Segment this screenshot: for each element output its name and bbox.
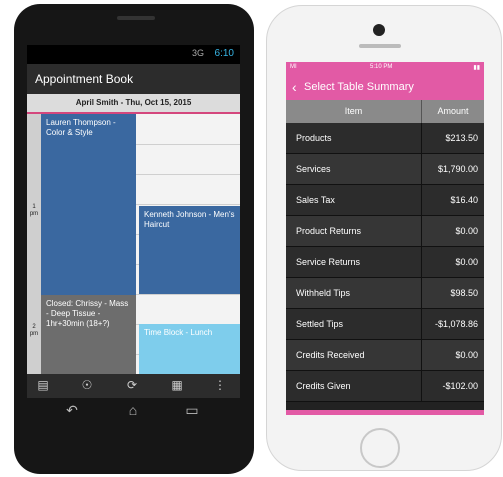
row-label: Settled Tips [296, 319, 344, 329]
row-amount: $0.00 [455, 350, 478, 360]
row-amount: $0.00 [455, 226, 478, 236]
back-button[interactable]: Select Table [304, 81, 364, 93]
person-add-icon[interactable]: ☉ [77, 378, 97, 392]
android-nav-bar: ↶ ⌂ ▭ [27, 399, 240, 427]
hour-label-1pm: 1 pm [29, 204, 39, 217]
table-row[interactable]: Withheld Tips $98.50 [286, 278, 484, 309]
home-button[interactable] [360, 428, 400, 468]
row-amount: -$1,078.86 [434, 319, 478, 329]
hour-label-2pm: 2 pm [29, 324, 39, 337]
nav-title: Select Table Summary [304, 74, 414, 100]
bottom-toolbar: ▤ ☉ ⟳ ▦ ⋮ [27, 374, 240, 398]
calendar-add-icon[interactable]: ▤ [33, 378, 53, 392]
row-label: Credits Given [296, 381, 351, 391]
table-header: Item Amount [286, 100, 484, 123]
appointment-lauren-thompson[interactable]: Lauren Thompson - Color & Style [41, 114, 136, 295]
row-label: Credits Received [296, 350, 365, 360]
schedule-grid[interactable]: 1 pm 2 pm Lauren Thompson - Color & Styl… [27, 114, 240, 374]
chevron-left-icon[interactable]: ‹ [292, 74, 297, 100]
app-title-bar: Appointment Book [27, 64, 240, 94]
row-amount: $0.00 [455, 257, 478, 267]
row-amount: $213.50 [445, 133, 478, 143]
row-amount: $98.50 [450, 288, 478, 298]
status-time: 5:10 PM [370, 64, 393, 70]
earpiece [359, 44, 401, 48]
iphone-screen: MI 5:10 PM ▮▮ ‹ Select Table Summary Ite… [286, 62, 484, 415]
appointment-kenneth-johnson[interactable]: Kenneth Johnson - Men's Haircut [139, 206, 240, 294]
calendar-icon[interactable]: ▦ [167, 378, 187, 392]
overflow-menu-icon[interactable]: ⋮ [210, 378, 230, 392]
carrier-label: MI [290, 64, 297, 70]
home-icon[interactable]: ⌂ [118, 402, 148, 418]
page-title: Summary [366, 81, 414, 93]
page-title: Appointment Book [35, 72, 134, 86]
table-row[interactable]: Products $213.50 [286, 123, 484, 154]
column-header-amount: Amount [437, 106, 469, 116]
table-row[interactable]: Service Returns $0.00 [286, 247, 484, 278]
table-row[interactable]: Settled Tips -$1,078.86 [286, 309, 484, 340]
refresh-icon[interactable]: ⟳ [122, 378, 142, 392]
signal-icon: 3G [191, 48, 204, 58]
row-label: Product Returns [296, 226, 362, 236]
battery-icon: ▮▮ [473, 65, 480, 71]
phone-speaker [117, 16, 155, 20]
row-label: Sales Tax [296, 195, 335, 205]
column-header-item: Item [286, 100, 422, 123]
time-block-lunch[interactable]: Time Block - Lunch [139, 324, 240, 374]
row-label: Service Returns [296, 257, 361, 267]
table-row[interactable]: Services $1,790.00 [286, 154, 484, 185]
table-row[interactable]: Sales Tax $16.40 [286, 185, 484, 216]
row-amount: $1,790.00 [437, 164, 478, 174]
front-camera [373, 24, 385, 36]
status-time: 6:10 [214, 48, 234, 59]
android-screen: 3G 6:10 Appointment Book April Smith - T… [27, 45, 240, 398]
row-amount: -$102.00 [442, 381, 478, 391]
table-row[interactable]: Credits Received $0.00 [286, 340, 484, 371]
row-amount: $16.40 [450, 195, 478, 205]
row-label: Withheld Tips [296, 288, 351, 298]
appointment-closed-chrissy[interactable]: Closed: Chrissy - Mass - Deep Tissue - 1… [41, 295, 136, 374]
table-row[interactable]: Product Returns $0.00 [286, 216, 484, 247]
date-header[interactable]: April Smith - Thu, Oct 15, 2015 [27, 94, 240, 114]
navigation-bar: ‹ Select Table Summary [286, 74, 484, 100]
table-row[interactable]: Credits Given -$102.00 [286, 371, 484, 402]
back-icon[interactable]: ↶ [57, 402, 87, 419]
ios-status-bar: MI 5:10 PM ▮▮ [286, 62, 484, 74]
android-status-bar: 3G 6:10 [27, 45, 240, 64]
bottom-accent-bar [286, 410, 484, 415]
row-label: Services [296, 164, 331, 174]
row-label: Products [296, 133, 332, 143]
recents-icon[interactable]: ▭ [177, 402, 207, 419]
